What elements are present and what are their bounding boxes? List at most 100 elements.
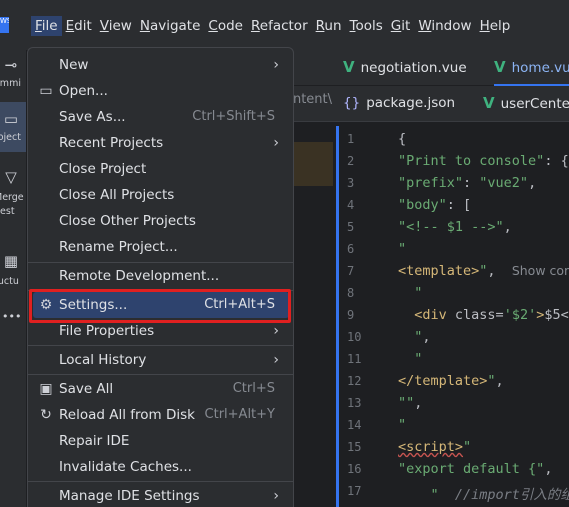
code-line: " [398,351,423,367]
menu-item-remote-development[interactable]: Remote Development... [33,263,289,289]
menu-item-invalidate-caches[interactable]: Invalidate Caches... [33,454,289,480]
menu-separator [28,374,293,375]
menu-item-save-as[interactable]: Save As... Ctrl+Shift+S [33,104,289,130]
menu-item-shortcut: Ctrl+Alt+Y [204,407,275,422]
tab-usercenter-vue[interactable]: VuserCenter.vue [483,86,569,122]
project-tree-highlight [293,142,333,186]
menu-help[interactable]: Help [476,16,515,36]
tab-label: userCenter.vue [500,96,569,112]
menu-item-label: Close Project [59,161,147,177]
gitlab-icon: ▽ [5,168,17,186]
menu-refactor[interactable]: Refactor [247,16,312,36]
menu-item-close-all-projects[interactable]: Close All Projects [33,182,289,208]
code-line: " [398,417,407,433]
code-line: <script>" [398,439,472,455]
vcs-change-bar [336,126,339,507]
menu-item-local-history[interactable]: Local History › [33,347,289,373]
line-number: 8 [347,286,355,300]
menu-item-label: Open... [59,83,108,99]
code-line: ", [398,329,431,345]
commit-icon: ⊸ [4,56,18,74]
line-number: 2 [347,154,355,168]
line-number: 16 [347,462,362,476]
menu-mnemonic: C [208,18,218,34]
project-tool-label: roject [0,132,21,143]
tab-package-json[interactable]: {} package.json [343,86,455,122]
vue-file-icon: V [483,94,495,112]
menu-item-label: Reload All from Disk [59,407,195,423]
structure-tool-label: ructu [0,276,19,287]
settings-highlight-annotation [29,289,291,323]
chevron-right-icon: › [273,488,279,504]
menu-item-reload-all[interactable]: ↻ Reload All from Disk Ctrl+Alt+Y [33,402,289,428]
structure-icon: ▦ [3,252,19,270]
code-line: <template>", Show com [398,263,569,279]
inlay-hint: Show com [511,263,569,278]
line-number: 15 [347,440,362,454]
chevron-right-icon: › [273,135,279,151]
line-number: 6 [347,242,355,256]
line-number: 14 [347,418,362,432]
menu-run[interactable]: Run [312,16,346,36]
merge-requests-tool-button[interactable]: ▽ Merge uest [0,168,26,224]
more-icon: ••• [2,310,22,323]
menu-item-save-all[interactable]: ▣ Save All Ctrl+S [33,376,289,402]
menu-mnemonic: W [418,18,432,34]
code-view[interactable]: { "Print to console": { "prefix": "vue2"… [398,122,569,507]
structure-tool-button[interactable]: ▦ ructu [0,252,26,292]
tab-home-vue[interactable]: Vhome.vue [494,50,569,86]
menu-label-rest: ode [217,18,243,34]
tab-label: package.json [366,95,456,111]
code-line: "prefix": "vue2", [398,175,537,191]
menu-mnemonic: R [250,18,260,34]
menu-label-rest: ile [41,18,58,34]
menu-file[interactable]: File [31,16,62,36]
line-number: 1 [347,132,355,146]
menu-item-recent-projects[interactable]: Recent Projects › [33,130,289,156]
tab-label: negotiation.vue [360,60,467,76]
code-line: " [398,285,423,301]
menu-item-label: Invalidate Caches... [59,459,192,475]
menu-code[interactable]: Code [204,16,247,36]
menu-item-label: Save All [59,381,114,397]
more-tools-button[interactable]: ••• [0,308,26,328]
menu-item-open[interactable]: ▭ Open... [33,78,289,104]
menu-navigate[interactable]: Navigate [136,16,205,36]
line-number: 10 [347,330,362,344]
folder-icon: ▭ [3,110,19,128]
menu-label-rest: ools [355,18,383,34]
menu-window[interactable]: Window [414,16,475,36]
line-number: 9 [347,308,355,322]
line-number: 11 [347,352,362,366]
menu-item-label: Manage IDE Settings [59,488,200,504]
tab-negotiation-vue[interactable]: Vnegotiation.vue [343,50,467,86]
menu-item-shortcut: Ctrl+S [232,381,275,396]
menu-tools[interactable]: Tools [346,16,387,36]
menu-item-close-project[interactable]: Close Project [33,156,289,182]
folder-icon: ▭ [39,83,53,99]
menu-bar: WS FileEditViewNavigateCodeRefactorRunTo… [0,0,569,50]
project-tool-button[interactable]: ▭ roject [0,102,26,152]
menu-edit[interactable]: Edit [62,16,96,36]
commit-tool-button[interactable]: ⊸ ommi [0,56,26,90]
reload-icon: ↻ [40,407,52,423]
menu-git[interactable]: Git [387,16,415,36]
menu-item-close-other-projects[interactable]: Close Other Projects [33,208,289,234]
menu-mnemonic: F [35,18,42,34]
menu-item-rename-project[interactable]: Rename Project... [33,234,289,260]
code-line: "body": [ [398,197,472,213]
menu-view[interactable]: View [96,16,136,36]
menu-item-manage-ide-settings[interactable]: Manage IDE Settings › [33,483,289,507]
vue-file-icon: V [494,58,506,76]
line-number: 17 [347,484,362,498]
merge-tool-label-2: uest [0,206,15,217]
json-file-icon: {} [343,95,361,111]
save-icon: ▣ [39,381,53,397]
line-number: 13 [347,396,362,410]
menu-label-rest: elp [489,18,511,34]
menu-item-repair-ide[interactable]: Repair IDE [33,428,289,454]
menu-label-rest: dit [74,18,92,34]
menu-item-new[interactable]: New › [33,52,289,78]
chevron-right-icon: › [273,57,279,73]
line-number: 3 [347,176,355,190]
